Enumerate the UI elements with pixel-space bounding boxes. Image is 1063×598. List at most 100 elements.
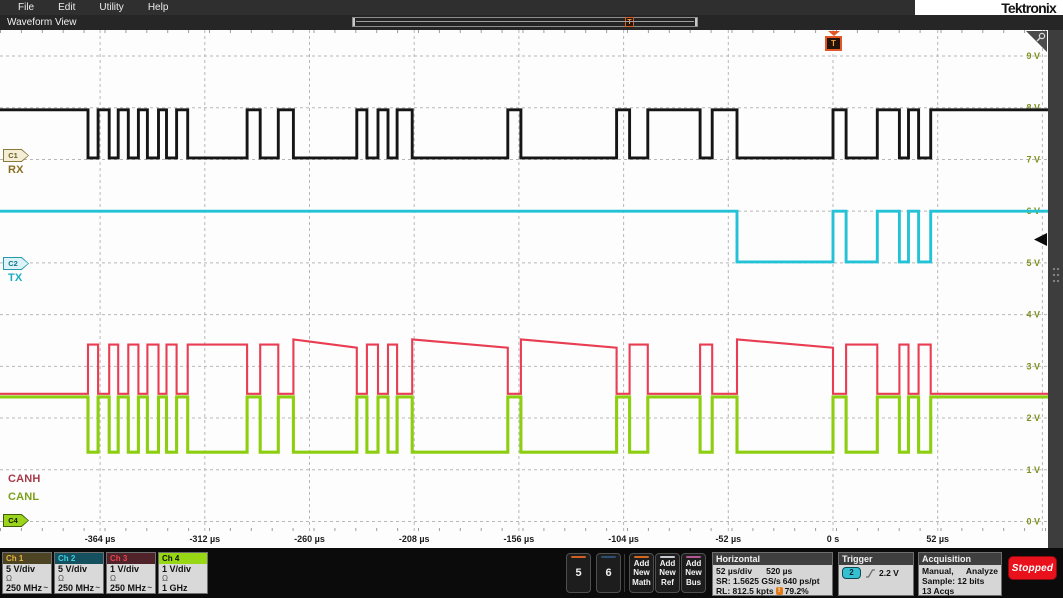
horizontal-panel[interactable]: Horizontal 52 µs/div 520 µs SR: 1.5625 G… xyxy=(712,552,833,596)
trigger-source-badge: 2 xyxy=(842,567,861,579)
plot-channel-tag-c4[interactable]: C4 xyxy=(3,514,29,527)
wave-label-canh: CANH xyxy=(8,473,41,485)
ch2-name: Ch 2 xyxy=(55,553,103,564)
acquisition-mode: Manual, xyxy=(922,566,954,576)
horizontal-title: Horizontal xyxy=(713,553,832,565)
time-label: -52 µs xyxy=(715,534,741,544)
trigger-level-arrow[interactable] xyxy=(1034,233,1047,246)
trace-canl xyxy=(0,395,1048,454)
compression-warning-icon: ! xyxy=(775,587,783,595)
logo-block: Tektronix xyxy=(915,0,1063,16)
plot-channel-tag-c2[interactable]: C2 xyxy=(3,257,29,270)
horizontal-window: 520 µs xyxy=(766,566,793,576)
plot-channel-tag-c1[interactable]: C1 xyxy=(3,149,29,162)
ch4-bandwidth: 1 GHz xyxy=(162,583,188,593)
trigger-level-value: 2.2 V xyxy=(879,568,899,578)
acquisition-count: 13 Acqs xyxy=(922,586,955,596)
termination-icon: Ω xyxy=(6,574,12,583)
time-label: -260 µs xyxy=(294,534,325,544)
waveform-view-tabbar: Waveform View T xyxy=(0,15,1063,30)
volt-label: 1 V xyxy=(1026,465,1040,475)
add-bus-label: Add New Bus xyxy=(685,559,702,587)
time-label: 52 µs xyxy=(926,534,949,544)
time-label: -208 µs xyxy=(399,534,430,544)
menu-help[interactable]: Help xyxy=(136,0,181,15)
trigger-title: Trigger xyxy=(839,553,913,565)
channel-5-button[interactable]: 5 xyxy=(566,553,591,593)
acquisition-panel[interactable]: Acquisition Manual, Analyze Sample: 12 b… xyxy=(918,552,1002,596)
volt-label: 4 V xyxy=(1026,310,1040,320)
channel-badge-ch1[interactable]: Ch 1 5 V/div Ω 250 MHz ~ xyxy=(2,552,52,594)
acquisition-analyze: Analyze xyxy=(965,566,998,576)
termination-icon: Ω xyxy=(58,574,64,583)
waveform-view-title[interactable]: Waveform View xyxy=(7,16,76,29)
add-new-bus-button[interactable]: Add New Bus xyxy=(681,553,706,593)
sample-resolution: 640 ps/pt xyxy=(782,576,820,586)
acquisition-sample: Sample: 12 bits xyxy=(922,576,985,586)
waveform-canvas[interactable]: 9 V8 V7 V6 V5 V4 V3 V2 V1 V0 V-364 µs -31… xyxy=(0,30,1048,548)
termination-icon: Ω xyxy=(162,574,168,583)
termination-icon: Ω xyxy=(110,574,116,583)
bandwidth-limit-icon: ~ xyxy=(95,583,100,592)
ch4-scale: 1 V/div xyxy=(162,564,192,574)
ch6-accent xyxy=(601,556,616,558)
overview-left-cap xyxy=(353,18,358,26)
trigger-panel[interactable]: Trigger 2 2.2 V xyxy=(838,552,914,596)
drag-handle-icon[interactable] xyxy=(1052,267,1059,283)
ch1-bandwidth: 250 MHz xyxy=(6,583,43,593)
overview-right-cap xyxy=(692,18,697,26)
trigger-position-marker[interactable]: T xyxy=(825,31,842,51)
volt-label: 2 V xyxy=(1026,413,1040,423)
volt-label: 3 V xyxy=(1026,361,1040,371)
ch5-accent xyxy=(571,556,586,558)
ch2-scale: 5 V/div xyxy=(58,564,88,574)
time-label: -364 µs xyxy=(85,534,116,544)
run-stop-indicator[interactable]: Stopped xyxy=(1008,556,1057,580)
acquisition-overview-bar[interactable]: T xyxy=(352,17,698,27)
divider xyxy=(624,554,625,592)
time-label: -104 µs xyxy=(608,534,639,544)
waveform-plot-area[interactable]: 9 V8 V7 V6 V5 V4 V3 V2 V1 V0 V -364 µs -31… xyxy=(0,30,1048,548)
menu-utility[interactable]: Utility xyxy=(87,0,135,15)
zoom-corner-button[interactable] xyxy=(1026,31,1047,52)
menu-edit[interactable]: Edit xyxy=(46,0,87,15)
bandwidth-limit-icon: ~ xyxy=(43,583,48,592)
tektronix-logo: Tektronix xyxy=(1001,0,1057,16)
trace-tx xyxy=(0,209,1048,264)
horizontal-scale: 52 µs/div xyxy=(716,566,753,576)
menu-file[interactable]: File xyxy=(6,0,46,15)
oscilloscope-screen: File Edit Utility Help Tektronix Wavefor… xyxy=(0,0,1063,598)
ch3-name: Ch 3 xyxy=(107,553,155,564)
wave-label-canl: CANL xyxy=(8,491,40,503)
add-new-ref-button[interactable]: Add New Ref xyxy=(655,553,680,593)
acquisition-title: Acquisition xyxy=(919,553,1001,565)
wave-label-rx: RX xyxy=(8,164,24,176)
ch6-label: 6 xyxy=(605,567,612,579)
add-new-math-button[interactable]: Add New Math xyxy=(629,553,654,593)
channel-6-button[interactable]: 6 xyxy=(596,553,621,593)
trigger-t-icon: T xyxy=(825,36,842,51)
menu-bar: File Edit Utility Help xyxy=(0,0,1063,15)
record-length: RL: 812.5 kpts xyxy=(716,586,774,596)
volt-label: 7 V xyxy=(1026,154,1040,164)
ch1-scale: 5 V/div xyxy=(6,564,36,574)
time-label: 0 s xyxy=(827,534,840,544)
ch1-name: Ch 1 xyxy=(3,553,51,564)
volt-label: 0 V xyxy=(1026,517,1040,527)
compression-percent: 79.2% xyxy=(784,586,809,596)
rising-edge-icon xyxy=(866,568,875,578)
channel-badge-ch2[interactable]: Ch 2 5 V/div Ω 250 MHz ~ xyxy=(54,552,104,594)
math-accent xyxy=(634,556,649,558)
bandwidth-limit-icon: ~ xyxy=(147,583,152,592)
overview-trigger-marker[interactable]: T xyxy=(625,17,634,27)
ch2-bandwidth: 250 MHz xyxy=(58,583,95,593)
channel-badge-ch3[interactable]: Ch 3 1 V/div Ω 250 MHz ~ xyxy=(106,552,156,594)
channel-badge-ch4[interactable]: Ch 4 1 V/div Ω 1 GHz~ xyxy=(158,552,208,594)
ch3-bandwidth: 250 MHz xyxy=(110,583,147,593)
trace-rx xyxy=(0,108,1048,160)
settings-bar: Ch 1 5 V/div Ω 250 MHz ~ Ch 2 5 V/div Ω 2… xyxy=(0,548,1063,598)
wave-label-tx: TX xyxy=(8,272,23,284)
volt-label: 9 V xyxy=(1026,51,1040,61)
ch4-name: Ch 4 xyxy=(159,553,207,564)
right-edge-strip xyxy=(1048,30,1063,548)
